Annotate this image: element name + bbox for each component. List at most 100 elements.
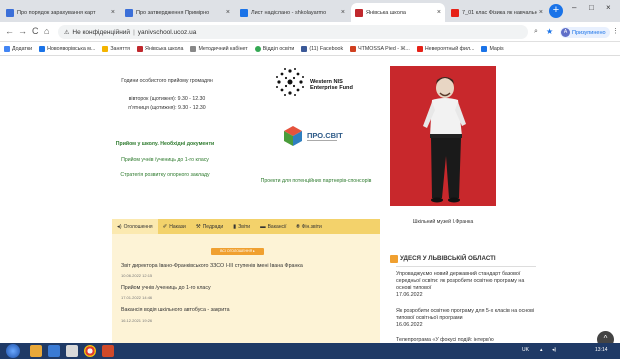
museum-photo[interactable] — [390, 66, 496, 206]
bookmark-item[interactable]: ЧТМОSSA Pied - Ж... — [350, 45, 410, 52]
bookmark-item[interactable]: Невероятный фил... — [416, 45, 475, 52]
tray-clock[interactable]: 13:14 — [595, 347, 608, 353]
site-icon — [350, 45, 357, 52]
menu-pedagogical-councils[interactable]: ⚒ Педради — [191, 219, 228, 234]
partner-name-line-2: Enterprise Fund — [310, 85, 353, 91]
tab-1[interactable]: Про порядок зарахування карт × — [2, 3, 119, 22]
browser-tab-strip: Про порядок зарахування карт × Про затве… — [0, 0, 620, 22]
news-date: 10.06.2022 12:15 — [121, 273, 153, 278]
tab-title: Про порядок зарахування карт — [17, 9, 96, 16]
windows-taskbar: UK ▴ ◂) 13:14 — [0, 343, 620, 359]
bookmark-label: Додатки — [12, 45, 33, 52]
bookmark-item[interactable]: Відділ освіти — [254, 45, 294, 52]
close-window-button[interactable]: × — [606, 3, 611, 12]
strategy-link[interactable]: Стратегія розвитку опорного закладу — [100, 172, 230, 178]
admission-link[interactable]: Прийом у школу. Необхідні документи — [100, 141, 230, 147]
scroll-to-top-button[interactable]: ^ — [597, 331, 614, 343]
tab-close-icon[interactable]: × — [341, 9, 345, 16]
menu-kebab-icon[interactable]: ⋮ — [612, 27, 619, 35]
file-explorer-icon[interactable] — [30, 345, 42, 357]
tab-close-icon[interactable]: × — [226, 9, 230, 16]
site-icon — [254, 45, 261, 52]
bookmark-item[interactable]: Новояворівська м... — [39, 45, 96, 52]
minimize-button[interactable]: – — [572, 3, 576, 12]
all-announcements-button[interactable]: ВСІ ОГОЛОШЕННЯ ▸ — [211, 248, 264, 255]
forward-button[interactable]: → — [18, 26, 27, 36]
tab-2[interactable]: Про затвердження Примірно × — [121, 3, 234, 22]
starburst-icon — [276, 68, 304, 96]
tab-favicon-icon — [6, 8, 14, 17]
menu-vacancies[interactable]: ▬ Вакансії — [255, 219, 291, 234]
network-icon[interactable]: ▴ — [540, 347, 543, 353]
cube-icon — [284, 126, 302, 146]
apps-grid-icon — [4, 45, 10, 52]
bookmarks-bar: Додатки Новояворівська м... Заняття Янів… — [0, 42, 620, 56]
region-news-item[interactable]: Упроваджуємо новий державний стандарт ба… — [396, 271, 536, 299]
museum-caption: Шкільний музей І.Франка — [412, 219, 474, 225]
back-button[interactable]: ← — [5, 26, 14, 36]
news-title[interactable]: Прийом учнів /учениць до 1-го класу — [121, 285, 211, 291]
pro-svit-logo[interactable] — [283, 125, 303, 147]
tray-language[interactable]: UK — [522, 347, 529, 353]
menu-announcements[interactable]: ◂) Оголошення — [112, 219, 158, 234]
site-icon — [481, 45, 488, 52]
news-title[interactable]: Звіт директора Івано-Франківського ЗЗСО … — [121, 263, 303, 269]
bookmark-item[interactable]: Янівська школа — [137, 45, 183, 52]
office-hours-line-2: п'ятниця (щотижня): 9.30 - 12.30 — [128, 105, 206, 111]
western-nis-text: Western NIS Enterprise Fund — [310, 79, 353, 91]
tab-active-yanivska-school[interactable]: Янівська школа × — [351, 3, 445, 22]
site-icon — [137, 45, 144, 52]
program-icon[interactable] — [66, 345, 78, 357]
megaphone-icon: ◂) — [117, 223, 122, 230]
volume-icon[interactable]: ◂) — [552, 347, 556, 353]
word-icon[interactable] — [48, 345, 60, 357]
money-icon: ₴ — [296, 223, 300, 230]
pro-svit-title: ПРО.СВІТ — [307, 131, 343, 140]
menu-orders[interactable]: ✐ Накази — [158, 219, 191, 234]
region-news-heading: УДЕСЯ У ЛЬВІВСЬКІЙ ОБЛАСТІ — [400, 255, 496, 262]
new-tab-button[interactable]: + — [549, 4, 563, 18]
office-hours-line-1: вівторок (щотижня): 9.30 - 12.30 — [128, 96, 206, 102]
menu-reports[interactable]: ▮ Звіти — [228, 219, 255, 234]
zoom-icon[interactable]: ⌕ — [534, 28, 538, 36]
bookmark-label: Невероятный фил... — [424, 45, 475, 52]
news-title[interactable]: Вакансія водія шкільного автобуса - закр… — [121, 307, 230, 313]
profile-button[interactable]: A Призупинено — [560, 27, 610, 38]
region-news-text: Як розробити освітню програму для 5-х кл… — [396, 308, 535, 321]
menu-label: Оголошення — [123, 223, 153, 230]
bookmark-item[interactable]: Мapis — [481, 45, 504, 52]
western-nis-logo[interactable] — [274, 66, 306, 98]
bookmark-item[interactable]: (11) Facebook — [301, 45, 343, 52]
first-grade-link[interactable]: Прийом учнів /учениць до 1-го класу — [100, 157, 230, 163]
chrome-icon[interactable] — [84, 345, 96, 357]
tab-close-icon[interactable]: × — [437, 9, 441, 16]
tab-title: Янівська школа — [366, 9, 406, 16]
pro-svit-divider — [307, 140, 337, 141]
youtube-icon — [416, 45, 423, 52]
bookmark-item[interactable]: Заняття — [102, 45, 130, 52]
bookmark-label: ЧТМОSSA Pied - Ж... — [358, 45, 410, 52]
bookmark-item[interactable]: Методичний кабінет — [190, 45, 248, 52]
maximize-button[interactable]: □ — [589, 3, 594, 12]
region-news-item[interactable]: Як розробити освітню програму для 5-х кл… — [396, 308, 536, 329]
tab-3[interactable]: Лист надіслано - shkolayarmo × — [236, 3, 349, 22]
menu-financial-reports[interactable]: ₴ Фін.звіти — [292, 219, 327, 234]
tab-close-icon[interactable]: × — [111, 9, 115, 16]
home-button[interactable]: ⌂ — [44, 26, 49, 36]
bookmark-label: Новояворівська м... — [47, 45, 96, 52]
windows-start-icon[interactable] — [6, 344, 20, 358]
bookmark-label: Мapis — [489, 45, 504, 52]
menu-label: Накази — [169, 223, 186, 230]
address-bar[interactable]: ⚠ Не конфіденційний | yanivschool.ucoz.u… — [58, 25, 528, 39]
reload-button[interactable]: C — [32, 26, 39, 36]
tab-5[interactable]: 7_01 клас Фізика як навчальн × — [447, 3, 547, 22]
category-menu: ◂) Оголошення ✐ Накази ⚒ Педради ▮ Звіти ▬ Ва… — [112, 219, 380, 234]
tab-close-icon[interactable]: × — [539, 9, 543, 16]
partner-projects-link[interactable]: Проекти для потенційних партнерів-спонсо… — [246, 178, 386, 184]
bookmark-apps[interactable]: Додатки — [4, 45, 33, 52]
news-date: 17.01.2022 14:46 — [121, 295, 153, 300]
briefcase-icon: ▬ — [260, 223, 266, 230]
powerpoint-icon[interactable] — [102, 345, 114, 357]
tab-title: 7_01 клас Фізика як навчальн — [462, 9, 537, 16]
bookmark-star-icon[interactable]: ★ — [546, 27, 553, 36]
